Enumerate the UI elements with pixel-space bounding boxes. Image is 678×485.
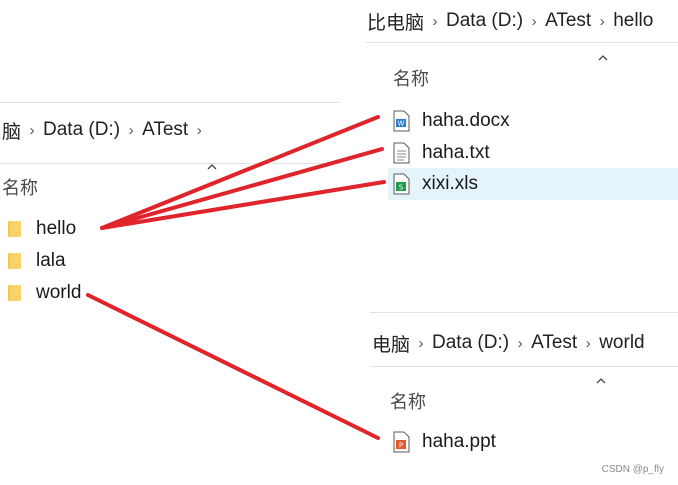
hello-explorer-window: 比电脑 › Data (D:) › ATest › hello 名称 W hah…: [365, 0, 678, 215]
chevron-right-icon[interactable]: ›: [190, 122, 208, 139]
file-row[interactable]: haha.txt: [390, 138, 678, 168]
world-breadcrumb[interactable]: 电脑 › Data (D:) › ATest › world: [370, 326, 678, 360]
svg-text:P: P: [399, 442, 403, 450]
column-header-name[interactable]: 名称: [393, 65, 429, 91]
file-row[interactable]: W haha.docx: [390, 106, 678, 136]
presentation-icon: P: [390, 431, 412, 453]
chevron-right-icon: ›: [418, 334, 424, 352]
spreadsheet-icon: S: [390, 173, 412, 195]
svg-text:S: S: [399, 184, 404, 192]
watermark: CSDN @p_fly: [601, 464, 664, 475]
folder-icon: [4, 282, 26, 304]
file-name: haha.docx: [422, 110, 510, 131]
breadcrumb-divider: [370, 312, 678, 313]
chevron-right-icon: ›: [585, 334, 591, 352]
sort-ascending-icon[interactable]: [598, 54, 608, 62]
folder-icon: [4, 250, 26, 272]
file-row[interactable]: P haha.ppt: [390, 427, 670, 457]
chevron-right-icon: ›: [29, 121, 35, 139]
sort-ascending-icon[interactable]: [207, 163, 217, 171]
folder-row[interactable]: world: [4, 278, 81, 308]
hello-breadcrumb[interactable]: 比电脑 › Data (D:) › ATest › hello: [365, 4, 678, 38]
chevron-right-icon: ›: [517, 334, 523, 352]
breadcrumb-divider: [0, 163, 340, 164]
word-doc-icon: W: [390, 110, 412, 132]
folder-name: lala: [36, 250, 66, 271]
chevron-right-icon: ›: [531, 12, 537, 30]
breadcrumb-divider: [365, 42, 678, 43]
folder-row[interactable]: lala: [4, 246, 66, 276]
breadcrumb-segment[interactable]: 脑: [0, 117, 23, 144]
column-header-name[interactable]: 名称: [2, 174, 38, 200]
breadcrumb-segment[interactable]: Data (D:): [430, 332, 511, 354]
folder-row[interactable]: hello: [4, 214, 76, 244]
chevron-right-icon: ›: [432, 12, 438, 30]
file-row-selected[interactable]: S xixi.xls: [388, 168, 678, 200]
folder-name: world: [36, 282, 82, 303]
breadcrumb-segment[interactable]: Data (D:): [41, 119, 122, 141]
file-name: haha.txt: [422, 142, 490, 163]
breadcrumb-divider: [370, 366, 678, 367]
folder-name: hello: [36, 218, 77, 239]
breadcrumb-segment[interactable]: ATest: [140, 119, 190, 141]
breadcrumb-segment[interactable]: ATest: [543, 10, 593, 32]
chevron-right-icon: ›: [128, 121, 134, 139]
svg-text:W: W: [398, 120, 405, 128]
world-explorer-window: 电脑 › Data (D:) › ATest › world 名称 P haha…: [370, 312, 678, 485]
breadcrumb-segment[interactable]: 比电脑: [365, 8, 426, 35]
left-breadcrumb[interactable]: 脑 › Data (D:) › ATest ›: [0, 113, 340, 147]
breadcrumb-segment[interactable]: hello: [611, 10, 655, 32]
breadcrumb-segment[interactable]: 电脑: [370, 330, 412, 357]
column-header-name[interactable]: 名称: [390, 388, 426, 414]
breadcrumb-segment[interactable]: world: [597, 332, 646, 354]
text-file-icon: [390, 142, 412, 164]
breadcrumb-segment[interactable]: ATest: [529, 332, 579, 354]
left-explorer-window: 脑 › Data (D:) › ATest › 名称 hello lala wo…: [0, 100, 340, 330]
breadcrumb-segment[interactable]: Data (D:): [444, 10, 525, 32]
file-name: xixi.xls: [422, 173, 478, 194]
chevron-right-icon: ›: [599, 12, 605, 30]
file-name: haha.ppt: [422, 431, 496, 452]
sort-ascending-icon[interactable]: [596, 377, 606, 385]
folder-icon: [4, 218, 26, 240]
breadcrumb-divider: [0, 102, 340, 103]
